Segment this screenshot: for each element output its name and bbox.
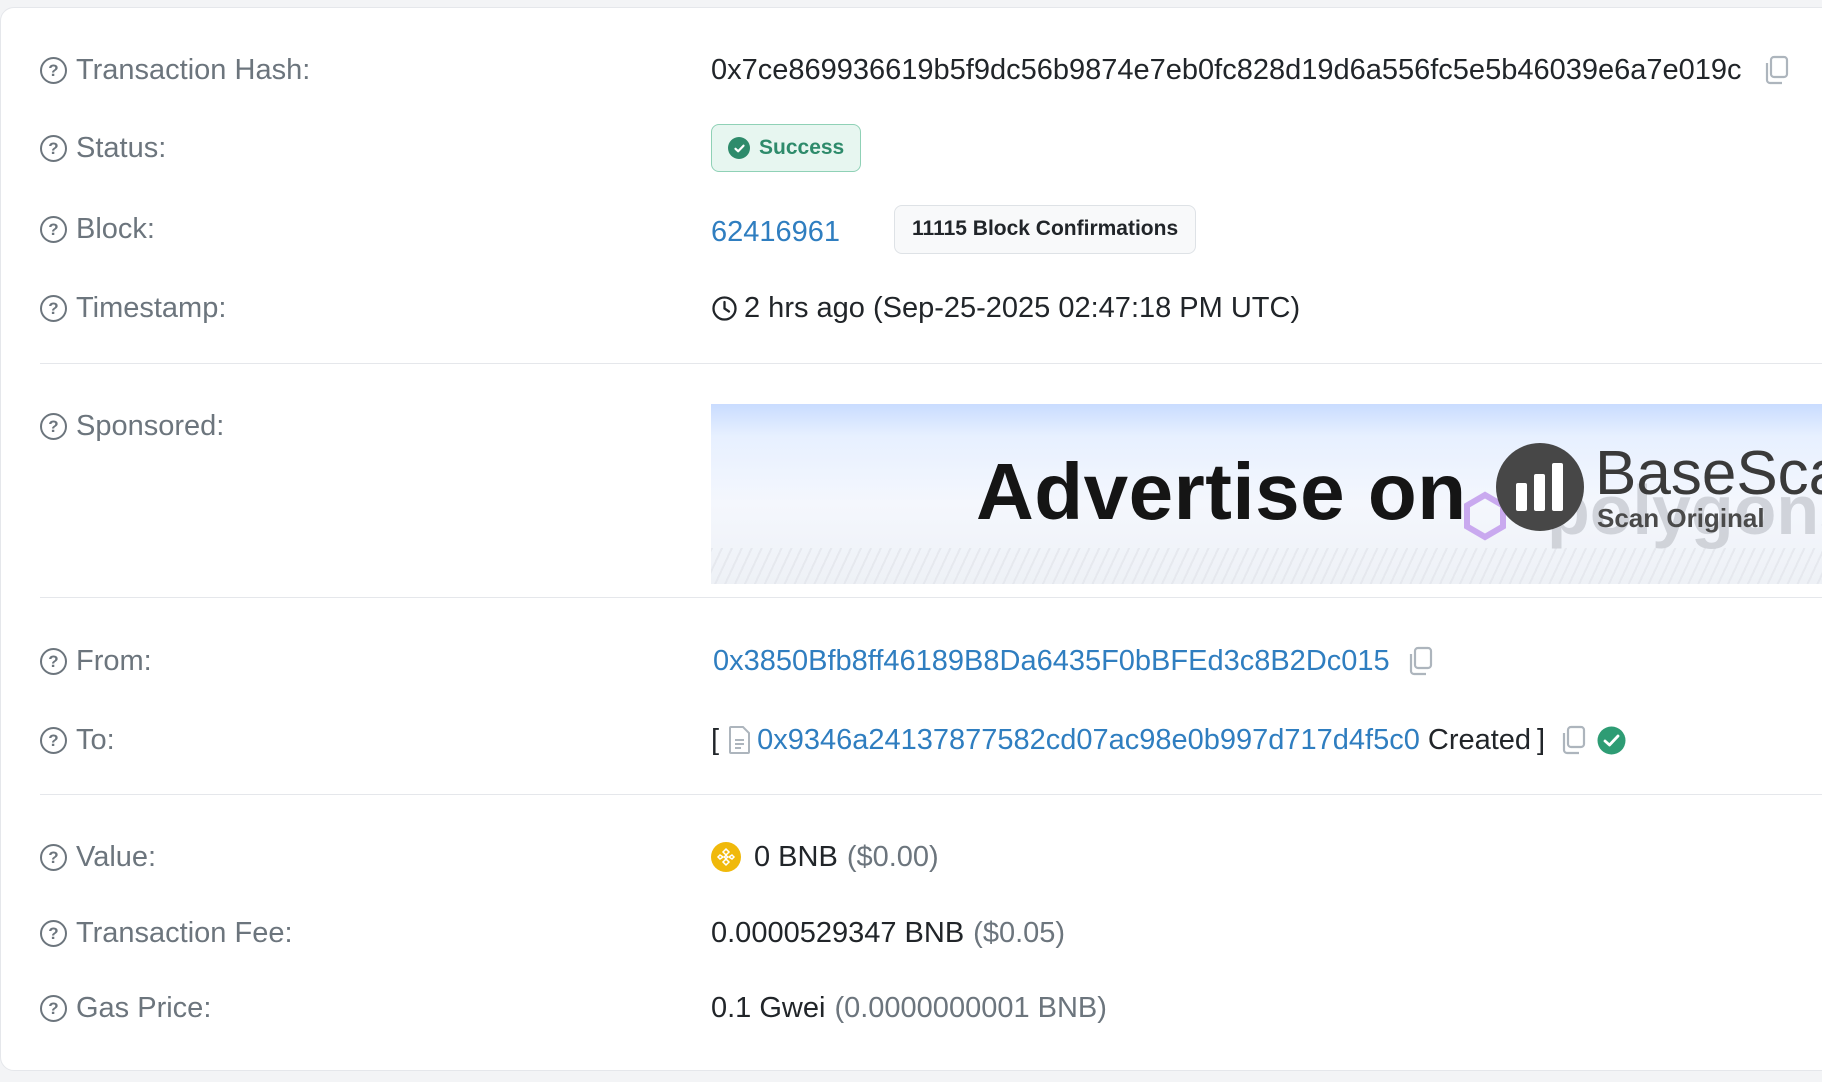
value-amount: 0 BNB xyxy=(754,840,838,873)
row-block: ? Block: 62416961 11115 Block Confirmati… xyxy=(40,204,1822,254)
row-value: ? Value: 0 BNB ($0.00) xyxy=(40,837,1822,877)
question-circle-icon[interactable]: ? xyxy=(40,843,67,871)
value-timestamp: 2 hrs ago (Sep-25-2025 02:47:18 PM UTC) xyxy=(711,292,1300,325)
timestamp-text: 2 hrs ago (Sep-25-2025 02:47:18 PM UTC) xyxy=(744,291,1301,324)
label-transaction-fee: ? Transaction Fee: xyxy=(40,917,293,950)
copy-icon[interactable] xyxy=(1762,55,1790,85)
value-status: Success xyxy=(711,124,862,172)
label-timestamp: ? Timestamp: xyxy=(40,292,226,325)
question-circle-icon[interactable]: ? xyxy=(40,994,67,1022)
row-to: ? To: [ 0x9346a24137877582cd07ac98e0b997… xyxy=(40,720,1822,760)
section-divider xyxy=(40,597,1822,598)
section-divider xyxy=(40,363,1822,364)
from-address-link[interactable]: 0x3850Bfb8ff46189B8Da6435F0bBFEd3c8B2Dc0… xyxy=(713,645,1390,678)
label-gas-price: ? Gas Price: xyxy=(40,992,211,1025)
question-circle-icon[interactable]: ? xyxy=(40,647,67,675)
value-gas-price: 0.1 Gwei (0.0000000001 BNB) xyxy=(711,992,1107,1025)
label-from: ? From: xyxy=(40,645,152,678)
label-status: ? Status: xyxy=(40,132,166,165)
value-from: 0x3850Bfb8ff46189B8Da6435F0bBFEd3c8B2Dc0… xyxy=(713,645,1434,678)
bracket-open: [ xyxy=(711,723,720,756)
bnb-coin-icon xyxy=(711,842,741,872)
question-circle-icon[interactable]: ? xyxy=(40,294,67,322)
block-number-link[interactable]: 62416961 xyxy=(711,216,840,249)
clock-icon xyxy=(712,295,737,321)
label-value: ? Value: xyxy=(40,841,156,874)
to-address-link[interactable]: 0x9346a24137877582cd07ac98e0b997d717d4f5… xyxy=(757,724,1420,757)
question-circle-icon[interactable]: ? xyxy=(40,215,67,243)
question-circle-icon[interactable]: ? xyxy=(40,412,67,440)
row-transaction-hash: ? Transaction Hash: 0x7ce869936619b5f9dc… xyxy=(40,50,1822,90)
value-value: 0 BNB ($0.00) xyxy=(711,841,939,874)
created-text: Created xyxy=(1427,723,1532,756)
basescan-logo-icon xyxy=(1496,443,1584,531)
transaction-hash-text[interactable]: 0x7ce869936619b5f9dc56b9874e7eb0fc828d19… xyxy=(711,54,1742,87)
label-transaction-hash: ? Transaction Hash: xyxy=(40,54,310,87)
value-transaction-hash: 0x7ce869936619b5f9dc56b9874e7eb0fc828d19… xyxy=(711,54,1790,87)
gas-price-detail: (0.0000000001 BNB) xyxy=(834,991,1107,1024)
ad-headline: Advertise on xyxy=(976,447,1467,536)
status-badge: Success xyxy=(711,124,862,172)
question-circle-icon[interactable]: ? xyxy=(40,919,67,947)
row-status: ? Status: Success xyxy=(40,124,1822,172)
section-divider xyxy=(40,794,1822,795)
question-circle-icon[interactable]: ? xyxy=(40,726,67,754)
row-gas-price: ? Gas Price: 0.1 Gwei (0.0000000001 BNB) xyxy=(40,988,1822,1028)
value-block: 62416961 11115 Block Confirmations xyxy=(711,204,1197,254)
fee-amount: 0.0000529347 BNB xyxy=(711,916,965,949)
check-circle-icon xyxy=(728,137,750,159)
question-circle-icon[interactable]: ? xyxy=(40,134,67,162)
check-circle-icon xyxy=(1597,726,1626,754)
label-to: ? To: xyxy=(40,724,115,757)
copy-icon[interactable] xyxy=(1559,725,1587,755)
copy-icon[interactable] xyxy=(1406,646,1434,676)
sponsored-ad-banner[interactable]: polygons Advertise on BaseSca Scan Origi… xyxy=(711,404,1822,584)
gas-price-amount: 0.1 Gwei xyxy=(711,991,826,1024)
contract-file-icon xyxy=(729,726,751,754)
row-from: ? From: 0x3850Bfb8ff46189B8Da6435F0bBFEd… xyxy=(40,641,1822,681)
question-circle-icon[interactable]: ? xyxy=(40,56,67,84)
label-sponsored: ? Sponsored: xyxy=(40,410,224,443)
ad-stripes xyxy=(711,548,1822,584)
value-usd: ($0.00) xyxy=(846,840,939,873)
row-transaction-fee: ? Transaction Fee: 0.0000529347 BNB ($0.… xyxy=(40,913,1822,953)
block-confirmations-badge: 11115 Block Confirmations xyxy=(894,204,1197,254)
value-to: [ 0x9346a24137877582cd07ac98e0b997d717d4… xyxy=(711,724,1626,757)
row-timestamp: ? Timestamp: 2 hrs ago (Sep-25-2025 02:4… xyxy=(40,288,1822,328)
label-block: ? Block: xyxy=(40,213,155,246)
ad-brand-subtitle: Scan Original xyxy=(1597,503,1765,533)
fee-usd: ($0.05) xyxy=(973,916,1066,949)
value-transaction-fee: 0.0000529347 BNB ($0.05) xyxy=(711,917,1065,950)
bracket-close: ] xyxy=(1537,723,1546,756)
ad-brand-name: BaseSca xyxy=(1595,439,1822,508)
